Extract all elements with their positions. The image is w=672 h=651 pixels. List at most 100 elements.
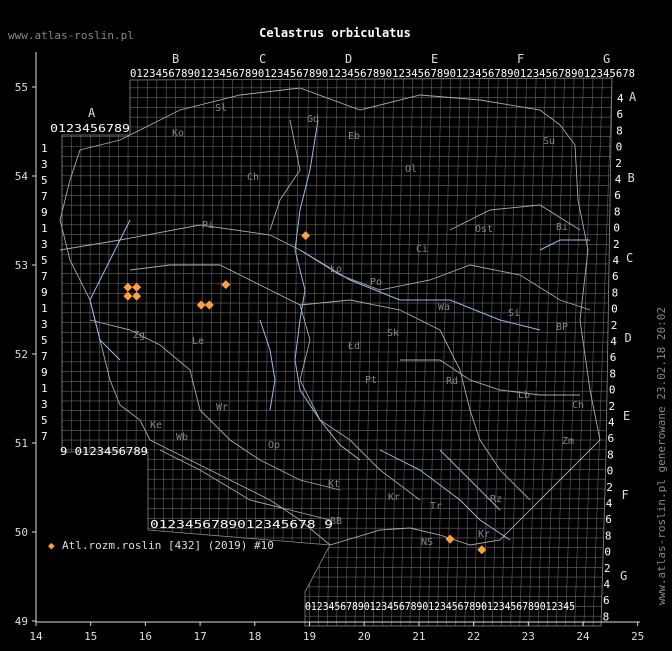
x-tick-label: 16 — [139, 630, 152, 643]
grid-digit-left: 3 — [41, 398, 48, 411]
region-label: Rd — [446, 376, 458, 387]
region-label: Ch — [247, 172, 259, 183]
grid-digit-right: 6 — [603, 594, 610, 607]
grid-digit-left: 1 — [41, 222, 48, 235]
grid-letter-top: G — [603, 52, 610, 66]
region-label: Rz — [490, 494, 502, 505]
region-label: Ost — [475, 224, 493, 235]
y-tick-label: 50 — [15, 526, 28, 539]
y-tick-label: 52 — [15, 348, 28, 361]
grid-letter-right: B — [628, 171, 635, 185]
x-tick-label: 25 — [631, 630, 644, 643]
occurrence-point — [204, 300, 214, 310]
region-label: Łd — [347, 341, 360, 352]
grid-digit-left: 5 — [41, 414, 48, 427]
grid-digit-left: 9 — [41, 286, 48, 299]
grid-digit-right: 6 — [605, 513, 612, 526]
grid-letter-top: E — [431, 52, 438, 66]
region-label: Tr — [430, 501, 442, 512]
occurrence-point — [123, 282, 133, 292]
region-label: Sk — [387, 328, 399, 339]
grid-digit-right: 0 — [613, 222, 620, 235]
grid-digit-left: 7 — [41, 430, 48, 443]
grid-digits-bottom-right: 0123456789012345678901234567890123456789… — [305, 600, 575, 613]
grid-letter-top: C — [259, 52, 266, 66]
x-tick-label: 20 — [358, 630, 371, 643]
region-label: BP — [556, 322, 568, 333]
grid-digit-right: 4 — [615, 173, 622, 186]
x-tick-label: 18 — [248, 630, 261, 643]
x-tick-label: 21 — [412, 630, 425, 643]
occurrence-point — [221, 280, 231, 290]
grid-digit-right: 8 — [607, 448, 614, 461]
grid-digit-left: 9 — [41, 366, 48, 379]
grid-digit-right: 8 — [609, 367, 616, 380]
occurrence-point — [132, 282, 142, 292]
y-tick-label: 49 — [15, 615, 28, 628]
region-label: Wa — [438, 302, 450, 313]
grid-digit-right: 8 — [603, 610, 610, 623]
grid-digit-right: 2 — [606, 481, 613, 494]
grid-digit-left: 1 — [41, 382, 48, 395]
grid-digit-left: 1 — [41, 302, 48, 315]
grid-digit-right: 2 — [613, 238, 620, 251]
region-label: Kr — [388, 492, 400, 503]
grid-digit-right: 0 — [607, 465, 614, 478]
y-tick-label: 51 — [15, 437, 28, 450]
region-label: Ci — [416, 244, 428, 255]
grid-digit-right: 6 — [617, 108, 624, 121]
grid-digit-left: 7 — [41, 190, 48, 203]
region-label: Kt — [328, 479, 340, 490]
region-label: Wr — [216, 402, 228, 413]
x-tick-label: 24 — [576, 630, 590, 643]
grid-digit-right: 2 — [611, 319, 618, 332]
grid-digit-right: 4 — [610, 335, 617, 348]
site-url: www.atlas-roslin.pl — [8, 29, 134, 42]
region-label: Zm — [562, 436, 574, 447]
generated-note: www.atlas-roslin.pl generowane 23.02.18 … — [655, 307, 668, 605]
grid-digit-left: 7 — [41, 350, 48, 363]
region-label: Ło — [329, 264, 342, 275]
region-label: Ch — [572, 400, 584, 411]
grid-letter-top-left: A — [88, 106, 96, 120]
legend: ◆ Atl.rozm.roslin [432] (2019) #10 — [48, 539, 274, 552]
legend-label: Atl.rozm.roslin [432] (2019) #10 — [62, 539, 274, 552]
y-tick-label: 55 — [15, 81, 28, 94]
region-label: Ko — [172, 128, 184, 139]
legend-marker-icon: ◆ — [48, 539, 55, 552]
grid-digit-right: 2 — [615, 157, 622, 170]
region-label: Sl — [215, 103, 227, 114]
region-label: Kr — [478, 529, 490, 540]
grid-digit-right: 0 — [604, 546, 611, 559]
grid-letter-top: B — [172, 52, 179, 66]
grid-digits-bottom-left: 9 0123456789 — [60, 445, 148, 458]
grid-digit-right: 4 — [604, 578, 611, 591]
y-tick-label: 53 — [15, 259, 28, 272]
grid-digits-bottom-mid: 0123456789012345678 9 — [150, 518, 333, 531]
grid-digit-left: 9 — [41, 206, 48, 219]
grid-letter-top: D — [345, 52, 352, 66]
grid-letter-right: G — [620, 569, 627, 583]
grid-digit-right: 4 — [606, 497, 613, 510]
grid-digits-top-left: 0123456789 — [50, 122, 130, 135]
grid-digit-left: 1 — [41, 142, 48, 155]
region-label: NS — [421, 537, 433, 548]
region-label: Op — [268, 440, 280, 451]
grid-digit-right: 0 — [609, 384, 616, 397]
region-label: Eb — [348, 131, 360, 142]
river-line — [89, 219, 131, 361]
x-tick-label: 14 — [29, 630, 43, 643]
grid-digit-left: 7 — [41, 270, 48, 283]
grid-digit-left: 5 — [41, 334, 48, 347]
region-label: Po — [370, 277, 382, 288]
grid-digit-right: 8 — [614, 205, 621, 218]
grid-digit-right: 4 — [617, 92, 624, 105]
grid-digit-right: 0 — [616, 141, 623, 154]
x-tick-label: 22 — [467, 630, 480, 643]
grid-digit-left: 3 — [41, 318, 48, 331]
region-label: Le — [192, 336, 204, 347]
region-label: Pi — [202, 220, 214, 231]
region-label: Ol — [405, 164, 417, 175]
grid-digit-right: 2 — [608, 400, 615, 413]
region-label: Pt — [365, 375, 377, 386]
